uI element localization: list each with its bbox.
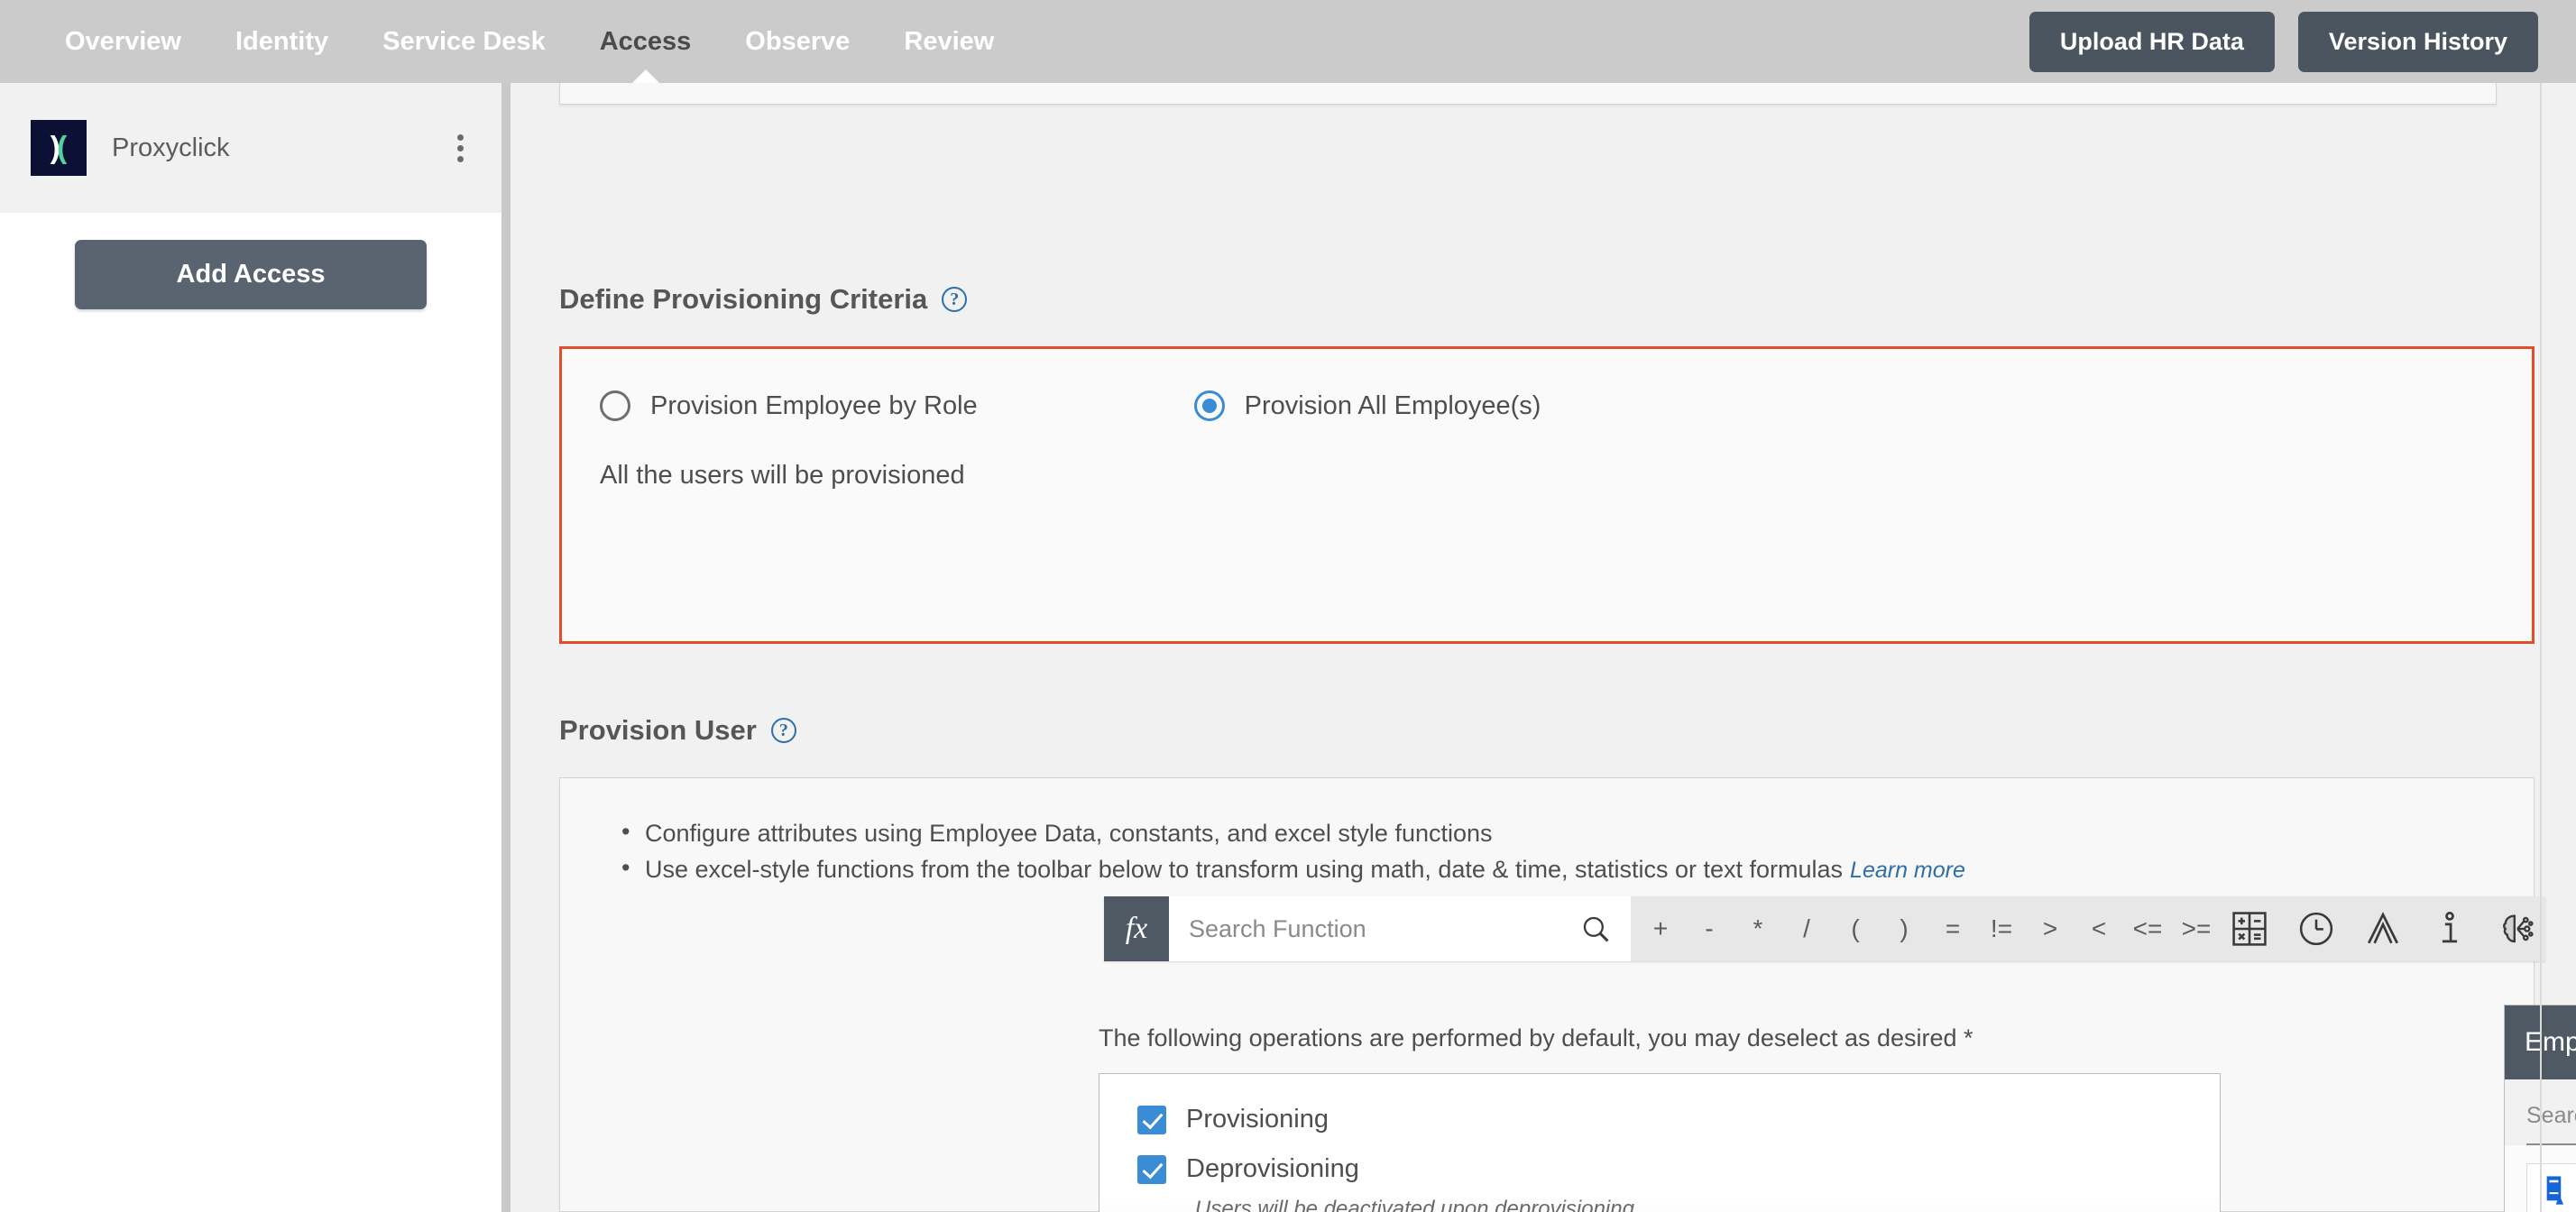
operator-not-equals[interactable]: !=: [1977, 914, 2026, 943]
nav-item-overview[interactable]: Overview: [38, 0, 208, 83]
operator-divide[interactable]: /: [1782, 914, 1831, 943]
kebab-menu-icon[interactable]: [450, 125, 471, 171]
bullet-excel-functions-text: Use excel-style functions from the toolb…: [645, 856, 1844, 883]
upload-hr-data-button[interactable]: Upload HR Data: [2029, 11, 2275, 72]
nav-item-observe[interactable]: Observe: [718, 0, 877, 83]
deprovisioning-hint: Users will be deactivated upon deprovisi…: [1195, 1197, 1641, 1212]
provision-user-title: Provision User ?: [559, 714, 796, 747]
toolbar-category-icons: [2226, 896, 2545, 961]
previous-section-card-stub: [559, 83, 2497, 105]
magnifier-icon[interactable]: [1580, 914, 1611, 944]
checkbox-row-deprovisioning[interactable]: Deprovisioning: [1099, 1134, 2220, 1184]
page-right-border: [2540, 83, 2542, 1212]
nav-item-identity[interactable]: Identity: [208, 0, 355, 83]
nav-item-access[interactable]: Access: [573, 0, 719, 83]
source-field-item-mail[interactable]: Mail (abc): [2526, 1163, 2576, 1212]
provision-user-bullets: Configure attributes using Employee Data…: [560, 778, 2534, 887]
operator-greater-equal[interactable]: >=: [2172, 914, 2221, 943]
operator-plus[interactable]: +: [1636, 914, 1685, 943]
default-operations-note: The following operations are performed b…: [1099, 1024, 1973, 1051]
operator-multiply[interactable]: *: [1734, 914, 1782, 943]
left-sidebar: )( Proxyclick Add Access: [0, 83, 501, 1212]
sidebar-body: Add Access: [0, 213, 501, 309]
operator-equals[interactable]: =: [1928, 914, 1977, 943]
source-field-icon: [2546, 1176, 2564, 1205]
learn-more-link[interactable]: Learn more: [1850, 858, 1965, 883]
help-circle-icon[interactable]: ?: [942, 287, 968, 312]
provisioning-radio-group: Provision Employee by Role Provision All…: [562, 349, 2532, 421]
nav-item-review[interactable]: Review: [877, 0, 1021, 83]
clock-icon[interactable]: [2296, 909, 2336, 949]
help-circle-icon[interactable]: ?: [770, 718, 796, 743]
criteria-note: All the users will be provisioned: [600, 461, 965, 490]
bullet-configure-attributes: Configure attributes using Employee Data…: [621, 814, 2534, 850]
radio-option-provision-all-employees[interactable]: Provision All Employee(s): [1193, 390, 1541, 421]
sidebar-app-name: Proxyclick: [112, 133, 230, 162]
proxyclick-logo-icon: )(: [31, 120, 87, 176]
search-function-field[interactable]: [1169, 896, 1631, 961]
add-access-button[interactable]: Add Access: [75, 240, 427, 309]
search-function-input[interactable]: [1189, 914, 1580, 943]
logo-glyph-right: (: [57, 131, 68, 165]
checkbox-label-provisioning: Provisioning: [1186, 1105, 1329, 1134]
operator-close-paren[interactable]: ): [1880, 914, 1928, 943]
version-history-button[interactable]: Version History: [2297, 11, 2538, 72]
checkbox-label-deprovisioning: Deprovisioning: [1186, 1154, 1359, 1183]
checkbox-provisioning[interactable]: [1137, 1105, 1166, 1134]
radio-provision-by-role[interactable]: [600, 390, 630, 421]
provisioning-criteria-panel: Provision Employee by Role Provision All…: [559, 346, 2535, 644]
operator-minus[interactable]: -: [1685, 914, 1734, 943]
nav-item-service-desk[interactable]: Service Desk: [355, 0, 573, 83]
define-provisioning-criteria-title: Define Provisioning Criteria ?: [559, 283, 968, 316]
operator-less-than[interactable]: <: [2075, 914, 2123, 943]
source-field-search-input[interactable]: [2526, 1103, 2576, 1145]
text-a-icon[interactable]: [2363, 909, 2403, 949]
radio-label-provision-by-role: Provision Employee by Role: [650, 390, 978, 420]
calculator-icon[interactable]: [2230, 909, 2269, 949]
provision-user-title-text: Provision User: [559, 714, 757, 746]
ai-brain-icon[interactable]: [2497, 909, 2536, 949]
sidebar-app-header: )( Proxyclick: [0, 83, 501, 213]
operator-buttons: + - * / ( ) = != > < <= >=: [1631, 896, 2226, 961]
default-operations-card: Provisioning Deprovisioning Users will b…: [1099, 1073, 2221, 1212]
operator-less-equal[interactable]: <=: [2123, 914, 2172, 943]
top-navigation-bar: Overview Identity Service Desk Access Ob…: [0, 0, 2576, 83]
operator-open-paren[interactable]: (: [1831, 914, 1880, 943]
criteria-title-text: Define Provisioning Criteria: [559, 283, 928, 315]
formula-toolbar: fx + - * / ( ) = != > < <= >=: [1104, 896, 2545, 961]
nav-actions: Upload HR Data Version History: [2029, 11, 2538, 72]
bullet-excel-functions: Use excel-style functions from the toolb…: [621, 850, 2534, 887]
info-icon[interactable]: [2430, 909, 2470, 949]
main-content: Define Provisioning Criteria ? Provision…: [511, 83, 2576, 1212]
radio-option-provision-by-role[interactable]: Provision Employee by Role: [600, 390, 978, 421]
operator-greater-than[interactable]: >: [2026, 914, 2075, 943]
fx-button[interactable]: fx: [1104, 896, 1169, 961]
checkbox-row-provisioning[interactable]: Provisioning: [1099, 1074, 2220, 1134]
sidebar-divider: [501, 83, 511, 1212]
nav-items: Overview Identity Service Desk Access Ob…: [38, 0, 1021, 83]
checkbox-deprovisioning[interactable]: [1137, 1154, 1166, 1184]
radio-provision-all-employees[interactable]: [1193, 390, 1225, 421]
radio-label-provision-all-employees: Provision All Employee(s): [1244, 390, 1541, 420]
